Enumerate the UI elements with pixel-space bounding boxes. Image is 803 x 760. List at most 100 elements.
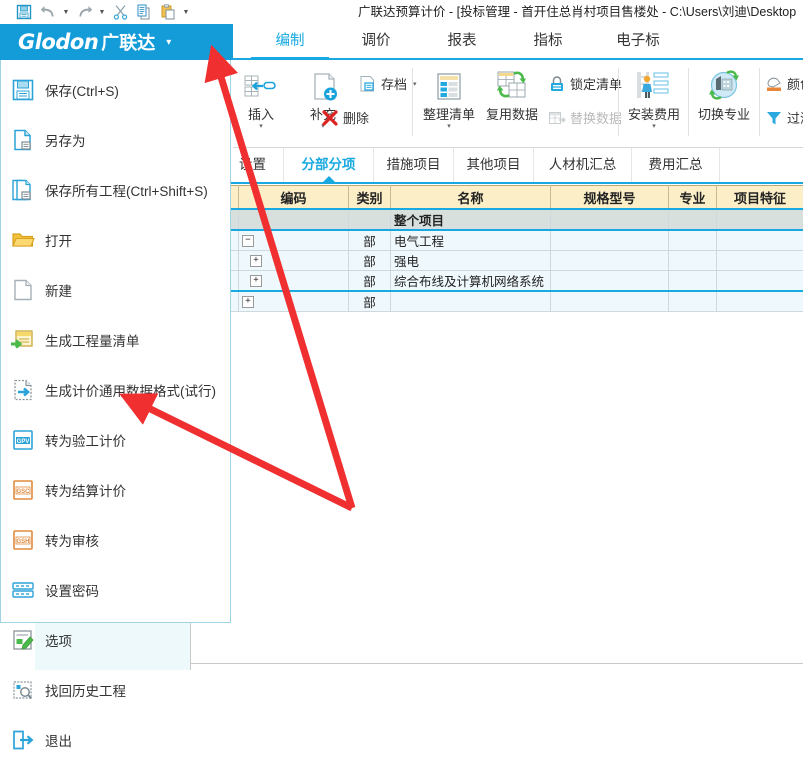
insert-button[interactable]: 插入 ▾	[230, 62, 292, 131]
menu-item-generate-boq[interactable]: 生成工程量清单	[1, 320, 230, 360]
application-menu-button[interactable]: Glodon 广联达 ▾	[0, 24, 233, 60]
row-name[interactable]: 强电	[391, 251, 551, 271]
row-spec[interactable]	[551, 209, 669, 230]
col-name[interactable]: 名称	[391, 186, 551, 210]
row-type[interactable]: 部	[349, 291, 391, 312]
col-major[interactable]: 专业	[669, 186, 717, 210]
row-major[interactable]	[669, 209, 717, 230]
menu-item-exit[interactable]: 退出	[1, 720, 230, 760]
row-type[interactable]: 部	[349, 251, 391, 271]
replace-data-button: 替换数据	[548, 108, 622, 127]
organize-list-dropdown-caret[interactable]: ▾	[418, 123, 480, 131]
archive-button[interactable]: 存档 ▾	[359, 74, 417, 93]
menu-item-label: 找回历史工程	[45, 680, 126, 700]
menu-item-to-gpv[interactable]: GPV 转为验工计价	[1, 420, 230, 460]
ribbon-tab-zhibiao[interactable]: 指标	[509, 24, 587, 60]
col-spec[interactable]: 规格型号	[551, 186, 669, 210]
row-code[interactable]: +	[239, 251, 349, 271]
row-expander[interactable]: −	[242, 235, 254, 247]
menu-item-save[interactable]: 保存(Ctrl+S)	[1, 70, 230, 110]
table-row[interactable]: + 部 强电	[227, 251, 803, 271]
insert-dropdown-caret[interactable]: ▾	[230, 123, 292, 131]
sub-tab-rencaijihuizong[interactable]: 人材机汇总	[534, 148, 632, 182]
row-code[interactable]: +	[239, 271, 349, 292]
row-type[interactable]	[349, 209, 391, 230]
install-cost-dropdown-caret[interactable]: ▾	[623, 123, 685, 131]
menu-item-history[interactable]: 找回历史工程	[1, 670, 230, 710]
ribbon-tab-dianzibiao[interactable]: 电子标	[595, 24, 681, 60]
row-feature[interactable]	[717, 291, 803, 312]
sub-tab-feiyonghuizong[interactable]: 费用汇总	[632, 148, 720, 182]
archive-dropdown-caret[interactable]: ▾	[413, 80, 417, 88]
row-code[interactable]: −	[239, 230, 349, 251]
copy-icon[interactable]	[134, 2, 154, 22]
menu-item-save-all[interactable]: 保存所有工程(Ctrl+Shift+S)	[1, 170, 230, 210]
ribbon-tab-baobiao[interactable]: 报表	[423, 24, 501, 60]
row-major[interactable]	[669, 291, 717, 312]
redo-dropdown-caret[interactable]: ▼	[98, 2, 106, 22]
sub-tab-qitaxiangmu[interactable]: 其他项目	[454, 148, 534, 182]
row-name[interactable]: 整个项目	[391, 209, 551, 230]
row-feature[interactable]	[717, 209, 803, 230]
row-name[interactable]: 综合布线及计算机网络系统	[391, 271, 551, 292]
menu-item-save-as[interactable]: 另存为	[1, 120, 230, 160]
row-code[interactable]: +	[239, 291, 349, 312]
row-name[interactable]	[391, 291, 551, 312]
row-code[interactable]	[239, 209, 349, 230]
table-row[interactable]: + 部 综合布线及计算机网络系统	[227, 271, 803, 292]
row-type[interactable]: 部	[349, 230, 391, 251]
row-spec[interactable]	[551, 271, 669, 292]
col-feature[interactable]: 项目特征	[717, 186, 803, 210]
filter-button[interactable]: 过滤 ▾	[765, 108, 803, 127]
redo-icon[interactable]	[74, 2, 94, 22]
row-expander[interactable]: +	[250, 255, 262, 267]
undo-icon[interactable]	[38, 2, 58, 22]
more-commands-caret[interactable]: ▼	[182, 2, 190, 22]
open-folder-icon	[1, 220, 45, 260]
chevron-down-icon[interactable]: ▾	[166, 37, 171, 48]
delete-button[interactable]: 删除	[321, 108, 369, 127]
row-type[interactable]: 部	[349, 271, 391, 292]
organize-list-button[interactable]: 整理清单 ▾	[418, 62, 480, 131]
row-feature[interactable]	[717, 251, 803, 271]
menu-item-options[interactable]: 选项	[1, 620, 230, 660]
color-button[interactable]: 颜色 ▾	[765, 74, 803, 93]
lock-list-button[interactable]: 锁定清单	[548, 74, 622, 93]
row-major[interactable]	[669, 230, 717, 251]
menu-item-new[interactable]: 新建	[1, 270, 230, 310]
row-feature[interactable]	[717, 271, 803, 292]
install-cost-button[interactable]: 安装费用 ▾	[623, 62, 685, 131]
paste-icon[interactable]	[158, 2, 178, 22]
row-spec[interactable]	[551, 251, 669, 271]
col-type[interactable]: 类别	[349, 186, 391, 210]
cut-icon[interactable]	[110, 2, 130, 22]
row-spec[interactable]	[551, 291, 669, 312]
row-major[interactable]	[669, 271, 717, 292]
col-code[interactable]: 编码	[239, 186, 349, 210]
row-major[interactable]	[669, 251, 717, 271]
row-name[interactable]: 电气工程	[391, 230, 551, 251]
row-expander[interactable]: +	[242, 296, 254, 308]
save-icon[interactable]	[14, 2, 34, 22]
sub-tab-shezhi[interactable]: 设置	[222, 148, 284, 182]
archive-icon	[359, 75, 377, 93]
row-expander[interactable]: +	[250, 275, 262, 287]
ribbon-tab-tiaojia[interactable]: 调价	[337, 24, 415, 60]
boq-grid[interactable]: 编码 类别 名称 规格型号 专业 项目特征 整个项目	[226, 185, 803, 310]
menu-item-open[interactable]: 打开	[1, 220, 230, 260]
menu-item-generate-format[interactable]: 生成计价通用数据格式(试行)	[1, 370, 230, 410]
table-row[interactable]: 整个项目	[227, 209, 803, 230]
row-spec[interactable]	[551, 230, 669, 251]
ribbon-tab-bianzhi[interactable]: 编制	[251, 24, 329, 60]
switch-major-button[interactable]: 切换专业	[693, 62, 755, 123]
table-row[interactable]: + 部	[227, 291, 803, 312]
menu-item-to-gsc[interactable]: GSC 转为结算计价	[1, 470, 230, 510]
table-row[interactable]: − 部 电气工程	[227, 230, 803, 251]
quick-access-icon-group: ▼ ▼	[14, 0, 190, 24]
undo-dropdown-caret[interactable]: ▼	[62, 2, 70, 22]
row-feature[interactable]	[717, 230, 803, 251]
menu-item-to-gsh[interactable]: GSH 转为审核	[1, 520, 230, 560]
menu-item-set-password[interactable]: 设置密码	[1, 570, 230, 610]
reuse-data-button[interactable]: 复用数据	[481, 62, 543, 123]
sub-tab-cuoshixiangmu[interactable]: 措施项目	[374, 148, 454, 182]
